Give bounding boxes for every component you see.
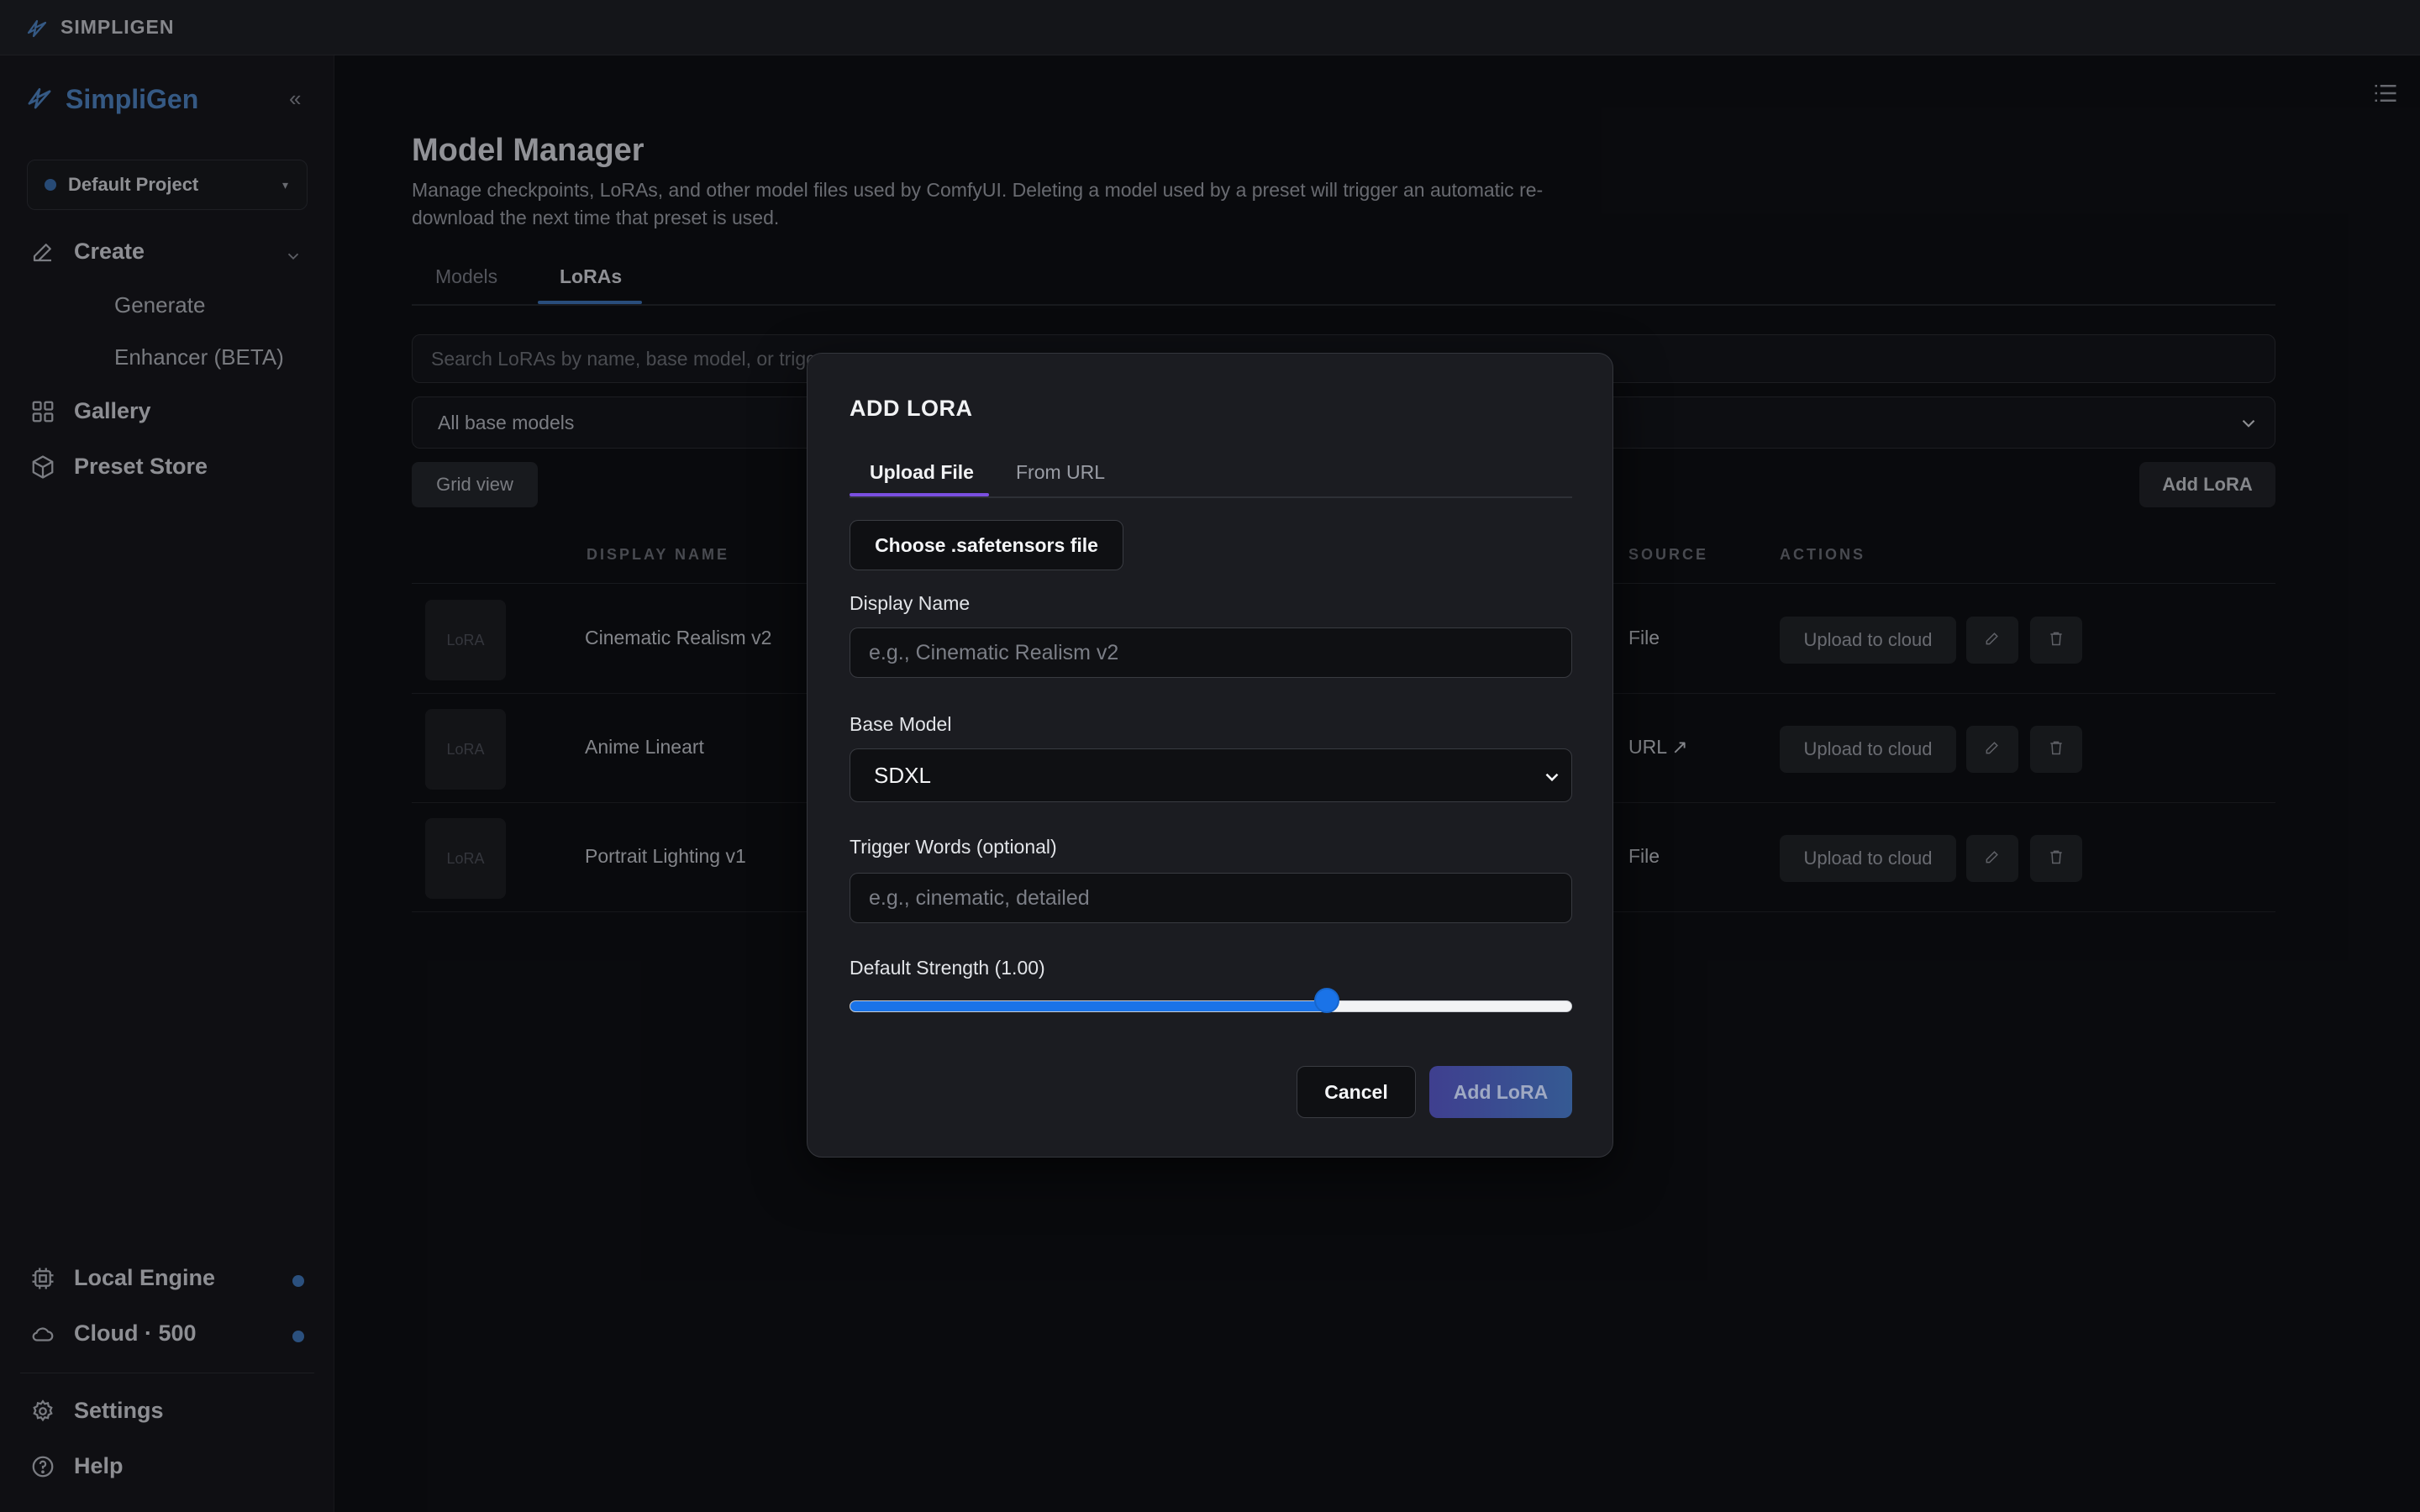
trigger-words-field[interactable]: [850, 873, 1572, 923]
chevron-down-icon: [1541, 766, 1563, 794]
add-lora-submit-button[interactable]: Add LoRA: [1429, 1066, 1572, 1118]
add-lora-dialog: ADD LORA Upload File From URL Choose .sa…: [807, 353, 1613, 1158]
base-model-label: Base Model: [850, 713, 952, 735]
tab-upload-file[interactable]: Upload File: [870, 461, 974, 484]
display-name-label: Display Name: [850, 592, 971, 614]
default-strength-label: Default Strength (1.00): [850, 957, 1045, 979]
trigger-words-label: Trigger Words (optional): [850, 836, 1057, 858]
base-model-select[interactable]: SDXL: [850, 748, 1572, 802]
active-tab-indicator: [850, 493, 989, 496]
base-model-value: SDXL: [874, 762, 931, 788]
strength-slider-fill: [850, 1001, 1328, 1011]
display-name-field[interactable]: [850, 627, 1572, 678]
dialog-tabs-divider: [850, 496, 1572, 498]
cancel-button[interactable]: Cancel: [1297, 1066, 1416, 1118]
choose-file-button[interactable]: Choose .safetensors file: [850, 520, 1123, 570]
strength-slider-track[interactable]: [850, 1000, 1572, 1012]
tab-from-url[interactable]: From URL: [1016, 461, 1105, 484]
dialog-title: ADD LORA: [850, 396, 973, 421]
strength-slider-handle[interactable]: [1313, 988, 1339, 1013]
